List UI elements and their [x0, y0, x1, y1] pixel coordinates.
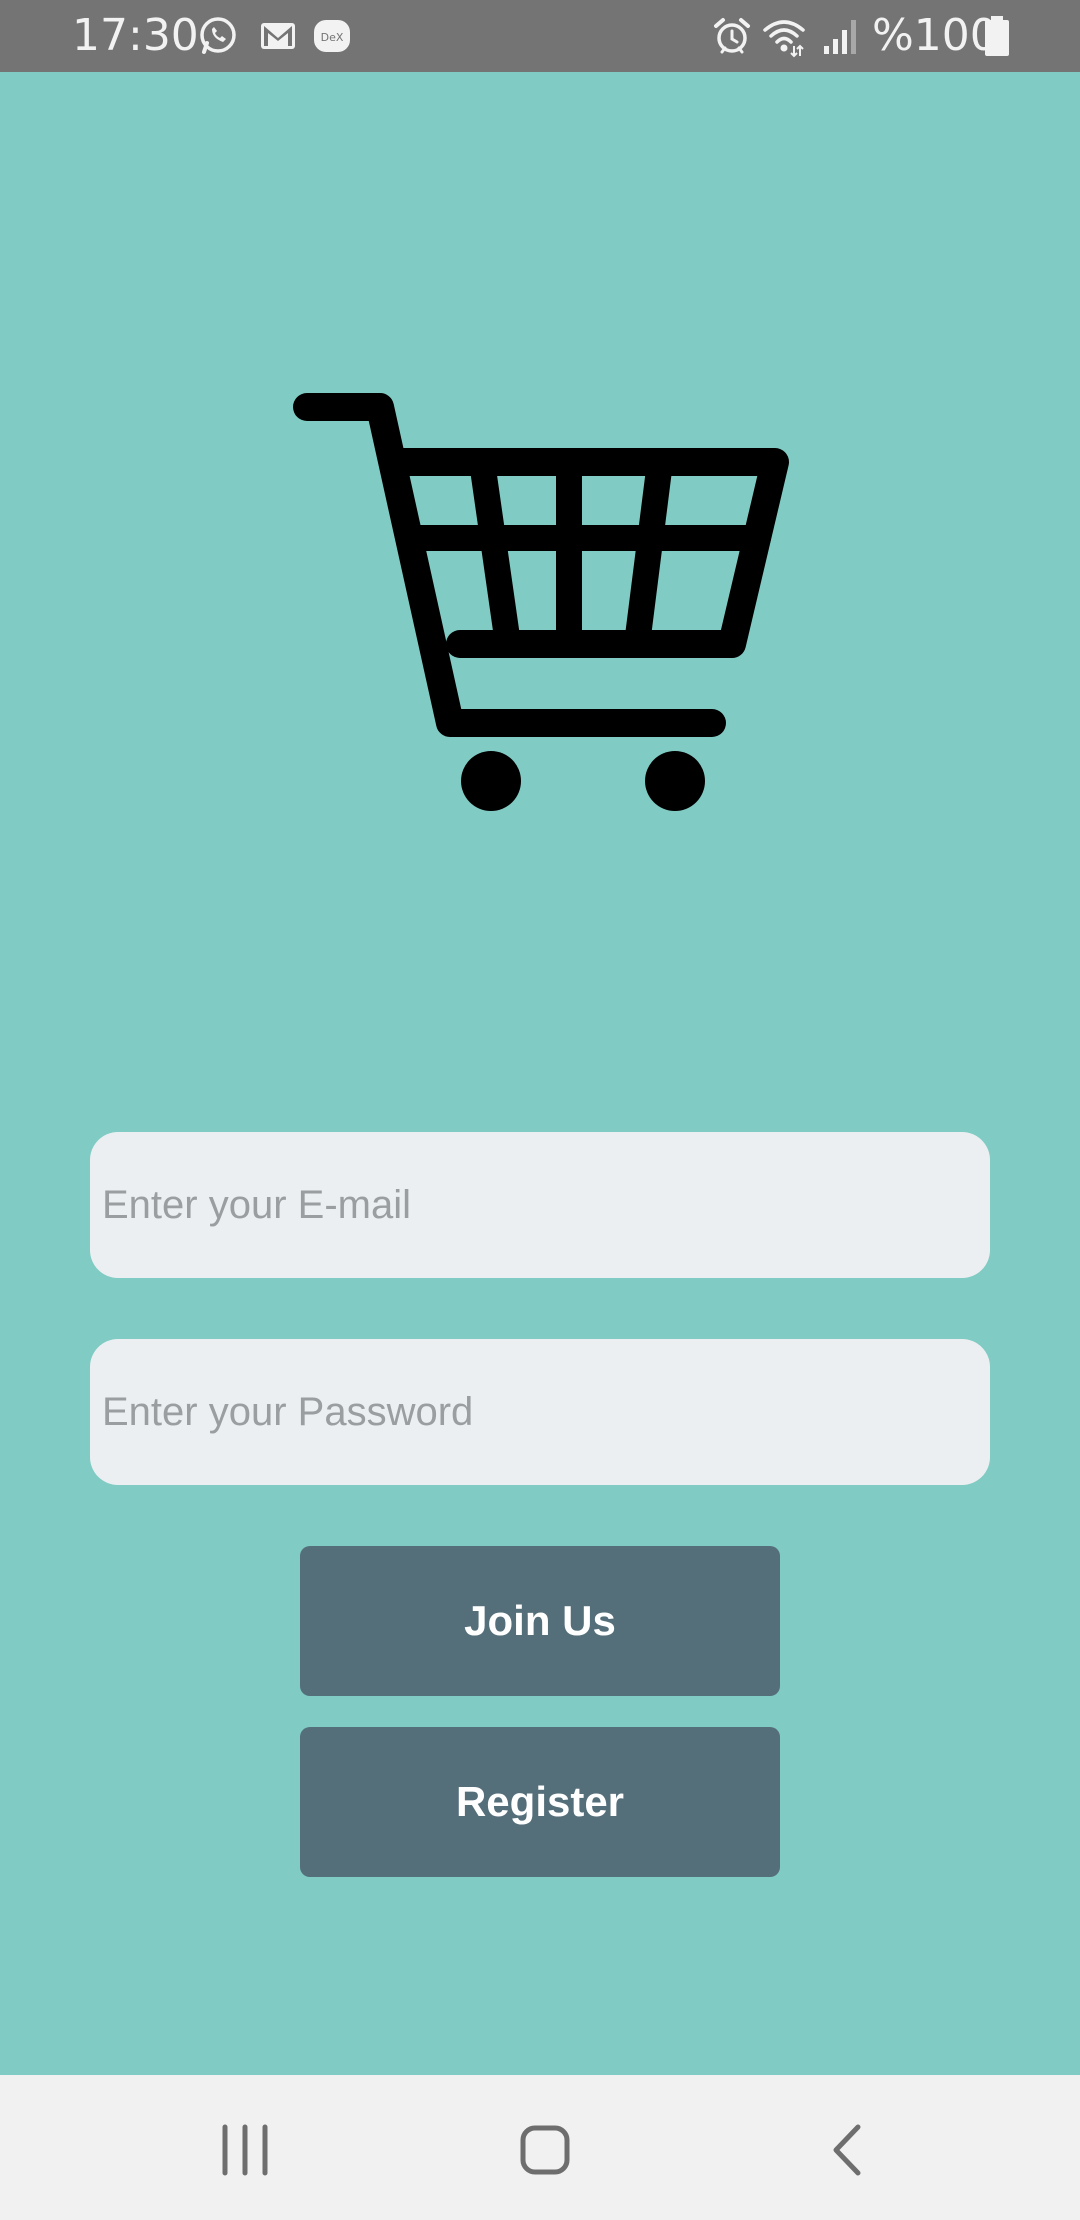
password-input[interactable] — [90, 1339, 990, 1485]
dex-label: DeX — [321, 31, 344, 44]
whatsapp-icon — [200, 17, 236, 54]
back-icon[interactable] — [803, 2105, 893, 2195]
battery-percentage: %100 — [872, 10, 998, 61]
status-bar: 17:30 DeX %100 — [0, 0, 1080, 72]
wifi-icon — [763, 20, 805, 58]
navigation-bar — [0, 2075, 1080, 2220]
gmail-icon — [261, 23, 295, 49]
shopping-cart-icon — [293, 393, 789, 811]
alarm-icon — [714, 18, 750, 54]
battery-icon — [985, 16, 1009, 56]
join-us-button[interactable]: Join Us — [300, 1546, 780, 1696]
home-icon[interactable] — [500, 2105, 590, 2195]
signal-icon — [824, 20, 856, 54]
login-screen: 17:30 DeX %100 Enter your E-mail Join Us… — [0, 0, 1080, 2220]
dex-icon: DeX — [314, 20, 350, 52]
recent-apps-icon[interactable] — [200, 2105, 290, 2195]
status-time: 17:30 — [72, 10, 199, 61]
email-input[interactable] — [90, 1132, 990, 1278]
register-button[interactable]: Register — [300, 1727, 780, 1877]
